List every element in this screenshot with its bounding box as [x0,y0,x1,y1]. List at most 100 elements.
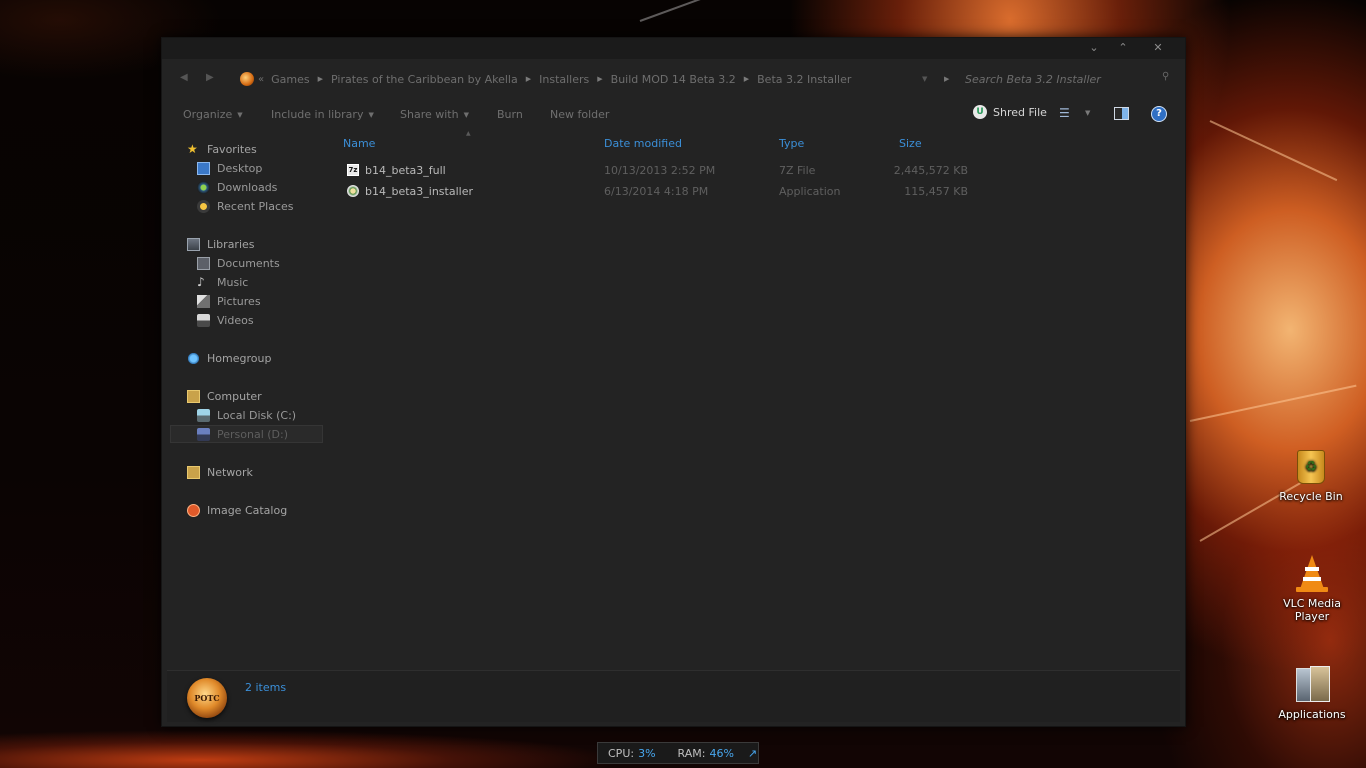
nav-item-network[interactable]: Network [187,463,253,481]
nav-item-local-disk[interactable]: Local Disk (C:) [197,406,296,424]
desktop-icon [197,161,210,175]
title-bar[interactable]: ⌄ ⌃ ✕ [162,38,1185,59]
breadcrumb-separator-icon[interactable]: ▶ [523,75,534,83]
nav-item-documents[interactable]: Documents [197,254,280,272]
nav-item-desktop[interactable]: Desktop [197,159,262,177]
column-header-date-modified[interactable]: Date modified [604,137,682,150]
desktop-icon-label: Recycle Bin [1279,490,1343,503]
archive-file-icon: 7z [347,164,359,176]
organize-menu[interactable]: Organize ▼ [183,108,243,121]
applications-icon [1292,664,1332,704]
file-date: 6/13/2014 4:18 PM [604,185,709,198]
search-icon[interactable]: ⚲ [1162,71,1169,82]
file-row[interactable]: 7z b14_beta3_full 10/13/2013 2:52 PM 7Z … [344,161,984,180]
breadcrumb-item-installers[interactable]: Installers [534,73,594,86]
breadcrumb-separator-icon[interactable]: ▶ [741,75,752,83]
homegroup-icon [187,351,200,365]
column-header-name[interactable]: Name [343,137,375,150]
breadcrumb-item-games[interactable]: Games [266,73,314,86]
recycle-bin-icon: ♻ [1291,446,1331,486]
close-button[interactable]: ✕ [1143,38,1173,59]
nav-item-homegroup[interactable]: Homegroup [187,349,271,367]
nav-item-downloads[interactable]: Downloads [197,178,277,196]
nav-label: Recent Places [217,199,294,213]
new-folder-button[interactable]: New folder [550,108,609,121]
breadcrumb-separator-icon[interactable]: ▶ [594,75,605,83]
command-bar: Organize ▼ Include in library ▼ Share with… [162,102,1185,128]
file-type: 7Z File [779,164,816,177]
nav-label: Homegroup [207,351,272,365]
organize-label: Organize [183,108,233,121]
chevron-down-icon: ▼ [463,111,469,119]
share-with-menu[interactable]: Share with ▼ [400,108,469,121]
share-with-label: Share with [400,108,459,121]
shred-file-button[interactable]: U Shred File [973,105,1047,119]
nav-label: Libraries [207,237,255,251]
system-monitor-gadget[interactable]: CPU: 3% RAM: 46% ↗ [597,742,759,764]
wallpaper-streak [1209,120,1338,182]
nav-label: Desktop [217,161,263,175]
desktop-icon-recycle-bin[interactable]: ♻ Recycle Bin [1271,446,1351,503]
search-input[interactable] [965,70,1180,88]
recent-places-icon [197,199,210,213]
column-header-size[interactable]: Size [899,137,922,150]
nav-item-personal-drive[interactable]: Personal (D:) [170,425,323,443]
view-dropdown-icon[interactable]: ▼ [1085,109,1090,117]
file-size: 115,457 KB [904,185,968,198]
network-drive-icon [197,427,210,441]
breadcrumb-item-build-mod[interactable]: Build MOD 14 Beta 3.2 [606,73,741,86]
vlc-cone-icon [1292,553,1332,593]
downloads-icon [197,180,210,194]
breadcrumb[interactable]: « Games ▶ Pirates of the Caribbean by Ak… [240,66,856,92]
address-dropdown-icon[interactable]: ▼ [922,75,927,83]
desktop-icon-label: Applications [1278,708,1346,721]
wallpaper-streak [639,0,716,22]
breadcrumb-item-beta-installer[interactable]: Beta 3.2 Installer [752,73,856,86]
chevron-down-icon: ▼ [237,111,243,119]
back-arrow-icon[interactable]: ◀ [180,72,188,83]
drive-icon [197,408,210,422]
nav-label: Music [217,275,249,289]
nav-label: Local Disk (C:) [217,408,297,422]
breadcrumb-item-pirates[interactable]: Pirates of the Caribbean by Akella [326,73,523,86]
file-name: b14_beta3_installer [365,185,473,198]
cpu-label: CPU: [608,746,635,760]
preview-pane-icon[interactable] [1114,107,1129,120]
nav-label: Downloads [217,180,278,194]
overflow-chevron-icon[interactable]: « [258,74,266,85]
cpu-value: 3% [638,746,656,760]
file-type: Application [779,185,841,198]
help-icon[interactable]: ? [1151,106,1167,122]
file-name: b14_beta3_full [365,164,446,177]
view-options-icon[interactable]: ☰ [1059,106,1070,120]
location-icon [240,72,254,86]
installer-app-icon [347,185,359,197]
nav-item-videos[interactable]: Videos [197,311,254,329]
nav-label: Pictures [217,294,261,308]
nav-item-music[interactable]: ♪ Music [197,273,248,291]
refresh-arrow-icon[interactable]: ▶ [944,75,949,83]
nav-label: Computer [207,389,262,403]
nav-item-recent-places[interactable]: Recent Places [197,197,294,215]
include-in-library-menu[interactable]: Include in library ▼ [271,108,374,121]
maximize-button[interactable]: ⌃ [1108,38,1138,59]
file-size: 2,445,572 KB [893,164,968,177]
forward-arrow-icon[interactable]: ▶ [206,72,214,83]
nav-label: Documents [217,256,280,270]
desktop-icon-applications[interactable]: Applications [1272,664,1352,721]
nav-item-image-catalog[interactable]: Image Catalog [187,501,287,519]
file-row[interactable]: b14_beta3_installer 6/13/2014 4:18 PM Ap… [344,182,984,201]
breadcrumb-separator-icon[interactable]: ▶ [315,75,326,83]
expand-arrow-icon[interactable]: ↗ [748,747,757,760]
nav-item-libraries[interactable]: Libraries [187,235,255,253]
column-header-type[interactable]: Type [779,137,804,150]
include-in-library-label: Include in library [271,108,364,121]
minimize-button[interactable]: ⌄ [1079,38,1109,59]
computer-icon [187,389,200,403]
desktop-icon-vlc[interactable]: VLC Media Player [1272,553,1352,623]
nav-item-pictures[interactable]: Pictures [197,292,261,310]
burn-button[interactable]: Burn [497,108,523,121]
nav-item-favorites[interactable]: ★ Favorites [187,140,257,158]
documents-icon [197,256,210,270]
nav-item-computer[interactable]: Computer [187,387,262,405]
